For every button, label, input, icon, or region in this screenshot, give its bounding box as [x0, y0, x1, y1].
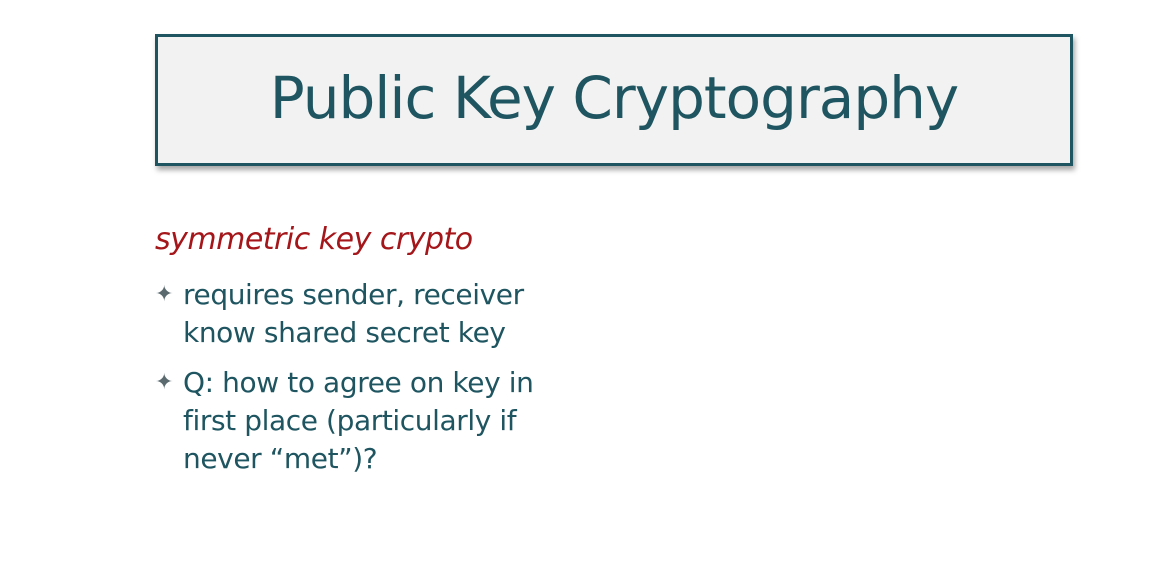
- four-pointed-star-icon: ✦: [155, 282, 174, 307]
- bullet-text: Q: how to agree on key in first place (p…: [183, 366, 534, 475]
- bullet-text: requires sender, receiver know shared se…: [183, 278, 524, 349]
- slide: Public Key Cryptography symmetric key cr…: [0, 0, 1160, 562]
- four-pointed-star-icon: ✦: [155, 370, 174, 395]
- title-box: Public Key Cryptography: [155, 34, 1073, 166]
- bullet-item: ✦ Q: how to agree on key in first place …: [155, 364, 625, 478]
- slide-title: Public Key Cryptography: [269, 64, 959, 132]
- bullet-item: ✦ requires sender, receiver know shared …: [155, 276, 625, 352]
- slide-content: symmetric key crypto ✦ requires sender, …: [155, 222, 625, 490]
- subheading: symmetric key crypto: [155, 222, 473, 257]
